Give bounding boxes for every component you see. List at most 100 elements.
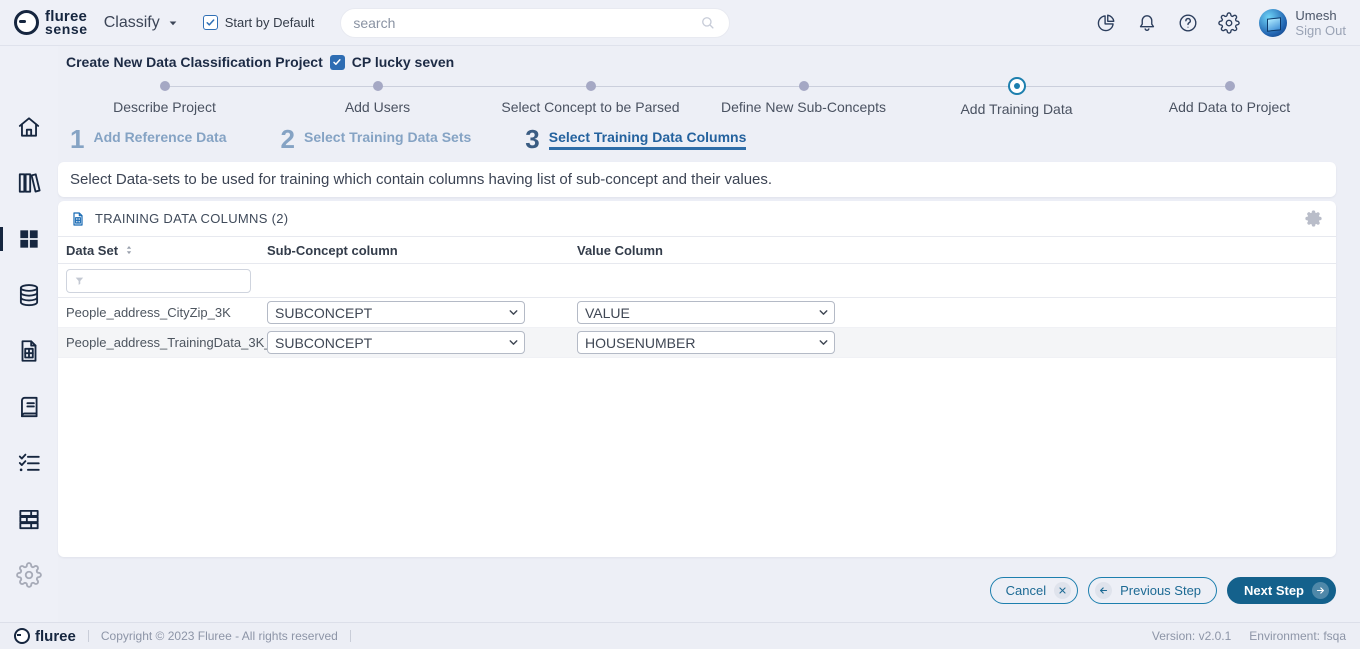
data-set-filter [66,269,251,293]
next-step-button[interactable]: Next Step [1227,577,1336,604]
column-header-data-set[interactable]: Data Set [66,243,267,258]
sort-icon[interactable] [124,244,134,256]
previous-step-button[interactable]: Previous Step [1088,577,1217,604]
bell-icon[interactable] [1136,12,1158,34]
step-dot [373,81,383,91]
data-set-cell: People_address_TrainingData_3K_ [66,335,267,350]
column-header-value: Value Column [577,243,1336,258]
fluree-logo-icon [14,628,30,644]
sidebar-item-datasets[interactable] [0,282,58,308]
sign-out-link[interactable]: Sign Out [1295,23,1346,38]
data-set-filter-input[interactable] [90,273,243,288]
data-set-cell: People_address_CityZip_3K [66,305,267,320]
table-row: People_address_TrainingData_3K_ SUBCONCE… [58,328,1336,358]
project-check-icon [330,55,345,70]
top-bar: fluree sense Classify Start by Default U… [0,0,1360,46]
step-define-sub-concepts[interactable]: Define New Sub-Concepts [697,77,910,117]
table-title: TRAINING DATA COLUMNS (2) [95,211,288,226]
tab-add-reference-data[interactable]: 1 Add Reference Data [70,126,227,152]
table-row: People_address_CityZip_3K SUBCONCEPT VAL… [58,298,1336,328]
search-input[interactable] [353,15,699,31]
apps-grid-icon [16,226,42,252]
environment-text: Environment: fsqa [1249,629,1346,643]
sidebar-item-tasks[interactable] [0,450,58,476]
training-data-columns-panel: TRAINING DATA COLUMNS (2) Data Set Sub-C… [58,201,1336,557]
sidebar-item-reports[interactable] [0,338,58,364]
settings-gear-icon [16,562,42,588]
filter-funnel-icon [74,275,85,287]
pie-chart-icon[interactable] [1095,12,1117,34]
fluree-sense-logo[interactable]: fluree sense [14,10,88,35]
step-add-data-to-project[interactable]: Add Data to Project [1123,77,1336,117]
settings-gear-icon[interactable] [1218,12,1240,34]
tab-select-training-data-columns[interactable]: 3 Select Training Data Columns [525,126,746,152]
start-by-default-label: Start by Default [225,15,315,30]
sidebar-item-settings[interactable] [0,562,58,588]
sidebar-item-catalog[interactable] [0,394,58,420]
brand-line2: sense [45,23,88,35]
step-describe-project[interactable]: Describe Project [58,77,271,117]
tab-select-training-data-sets[interactable]: 2 Select Training Data Sets [281,126,472,152]
version-text: Version: v2.0.1 [1152,629,1231,643]
table-header-row: Data Set Sub-Concept column Value Column [58,237,1336,264]
chevron-down-icon [507,306,520,319]
chevron-down-icon [817,336,830,349]
step-dot [799,81,809,91]
sub-concept-select[interactable]: SUBCONCEPT [267,301,525,324]
copyright-text: Copyright © 2023 Fluree - All rights res… [101,629,338,643]
sidebar-item-projects[interactable] [0,226,58,252]
chevron-down-icon [167,17,179,29]
help-icon[interactable] [1177,12,1199,34]
sidebar-item-pipelines[interactable] [0,506,58,532]
user-menu[interactable]: Umesh Sign Out [1259,8,1346,38]
arrow-left-icon [1095,582,1112,599]
classify-menu-label: Classify [104,14,160,32]
column-header-sub-concept: Sub-Concept column [267,243,577,258]
chevron-down-icon [817,306,830,319]
book-icon [16,394,42,420]
spreadsheet-icon [70,211,86,227]
cancel-button[interactable]: Cancel [990,577,1078,604]
arrow-right-icon [1312,582,1329,599]
step-description: Select Data-sets to be used for training… [58,162,1336,197]
checklist-icon [16,450,42,476]
table-settings-button[interactable] [1305,210,1322,227]
home-icon [16,114,42,140]
substep-tabs: 1 Add Reference Data 2 Select Training D… [58,126,1336,152]
fluree-logo-icon [14,10,39,35]
avatar [1259,9,1287,37]
footer: fluree Copyright © 2023 Fluree - All rig… [0,622,1360,649]
step-select-concept[interactable]: Select Concept to be Parsed [484,77,697,117]
start-by-default-checkbox[interactable]: Start by Default [203,15,315,30]
user-name: Umesh [1295,8,1346,23]
checkbox-checked-icon [203,15,218,30]
value-column-select[interactable]: HOUSENUMBER [577,331,835,354]
wizard-actions: Cancel Previous Step Next Step [58,577,1336,604]
footer-fluree-logo[interactable]: fluree [14,628,76,645]
classify-menu[interactable]: Classify [104,14,179,32]
library-icon [16,170,42,196]
database-icon [16,282,42,308]
layers-icon [16,506,42,532]
left-sidebar [0,46,58,622]
project-name: CP lucky seven [352,54,454,70]
step-dot [160,81,170,91]
wizard-stepper: Describe Project Add Users Select Concep… [58,77,1336,117]
divider [350,630,351,642]
step-dot-active [1008,77,1026,95]
search-bar [340,8,730,38]
sidebar-item-home[interactable] [0,114,58,140]
gear-icon [1305,210,1322,227]
filter-row [58,264,1336,298]
sub-concept-select[interactable]: SUBCONCEPT [267,331,525,354]
step-dot [1225,81,1235,91]
search-icon [699,14,717,32]
value-column-select[interactable]: VALUE [577,301,835,324]
breadcrumb: Create New Data Classification Project C… [58,54,1336,70]
close-icon [1054,582,1071,599]
sidebar-item-library[interactable] [0,170,58,196]
step-add-users[interactable]: Add Users [271,77,484,117]
spreadsheet-file-icon [16,338,42,364]
main-content: Create New Data Classification Project C… [58,46,1360,622]
step-add-training-data[interactable]: Add Training Data [910,77,1123,117]
